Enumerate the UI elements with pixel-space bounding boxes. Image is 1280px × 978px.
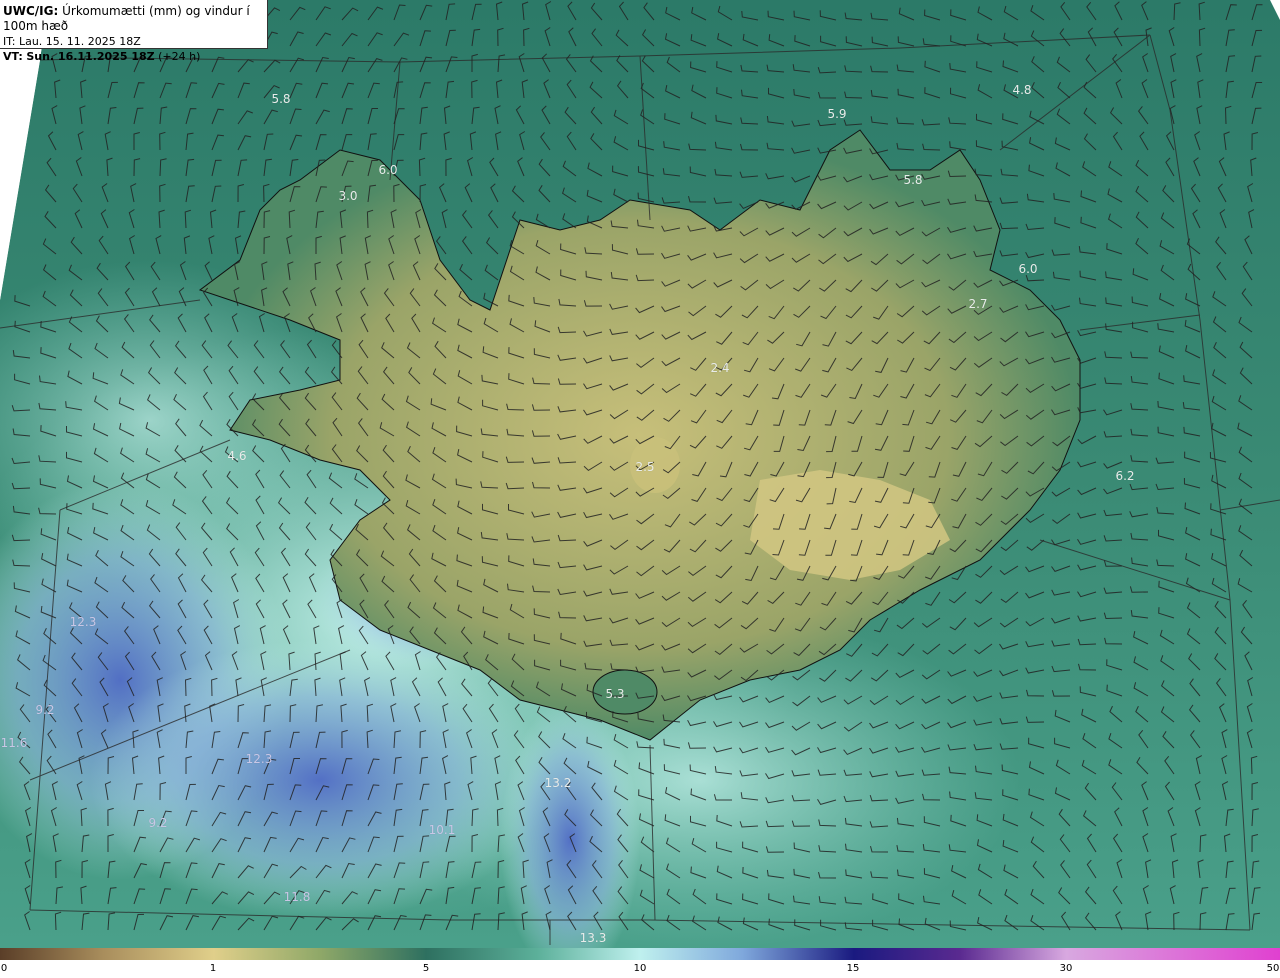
colorbar-tick-label: 0 — [0, 963, 8, 974]
westman-island — [592, 669, 658, 715]
precip-value-label: 5.8 — [903, 173, 923, 187]
precip-value-label: 5.3 — [605, 687, 625, 701]
valid-time-label: VT: — [3, 50, 23, 63]
precip-value-label: 9.2 — [148, 816, 168, 830]
precip-value-label: 12.3 — [245, 752, 273, 766]
colorbar — [0, 948, 1280, 960]
colorbar-tick-label: 1 — [209, 963, 217, 974]
precip-value-label: 5.9 — [827, 107, 847, 121]
init-time: IT: Lau. 15. 11. 2025 18Z — [3, 35, 141, 48]
precip-value-label: 2.4 — [710, 361, 730, 375]
map-canvas — [0, 0, 1280, 948]
lead-time: (+24 h) — [158, 50, 201, 63]
precip-value-label: 4.6 — [227, 449, 247, 463]
colorbar-tick-label: 30 — [1059, 963, 1073, 974]
precip-value-label: 13.2 — [544, 776, 572, 790]
map-title-box: UWC/IG: Úrkomumætti (mm) og vindur í 100… — [0, 0, 268, 63]
valid-time: Sun. 16.11.2025 18Z — [26, 50, 155, 63]
precip-zone-blue-2 — [90, 640, 550, 920]
title-line-1: UWC/IG: Úrkomumætti (mm) og vindur í 100… — [3, 4, 264, 34]
precip-value-label: 5.8 — [271, 92, 291, 106]
colorbar-tick-label: 5 — [422, 963, 430, 974]
colorbar-fill — [0, 948, 1280, 960]
precip-value-label: 10.1 — [428, 823, 456, 837]
precip-value-label: 3.0 — [338, 189, 358, 203]
colorbar-ticks: 0 1 5 10 15 30 50 — [0, 960, 1280, 978]
precip-value-label: 12.3 — [69, 615, 97, 629]
precip-value-label: 11.8 — [283, 890, 311, 904]
precip-value-label: 9.2 — [35, 703, 55, 717]
forecast-map: 5.8 6.0 3.0 5.9 4.8 5.8 6.0 2.7 2.4 2.5 4.6 6.2 12.3… — [0, 0, 1280, 948]
precip-value-label: 6.0 — [1018, 262, 1038, 276]
title-line-3: VT: Sun. 16.11.2025 18Z (+24 h) — [3, 49, 264, 64]
precip-value-label: 4.8 — [1012, 83, 1032, 97]
precip-value-label: 13.3 — [579, 931, 607, 945]
colorbar-tick-label: 50 — [1266, 963, 1280, 974]
precip-value-label: 2.5 — [635, 460, 655, 474]
colorbar-tick-label: 15 — [846, 963, 860, 974]
precip-value-label: 2.7 — [968, 297, 988, 311]
colorbar-tick-label: 10 — [633, 963, 647, 974]
precip-value-label: 11.6 — [0, 736, 28, 750]
precip-value-label: 6.2 — [1115, 469, 1135, 483]
model-name: UWC/IG: — [3, 4, 59, 18]
precip-value-label: 6.0 — [378, 163, 398, 177]
